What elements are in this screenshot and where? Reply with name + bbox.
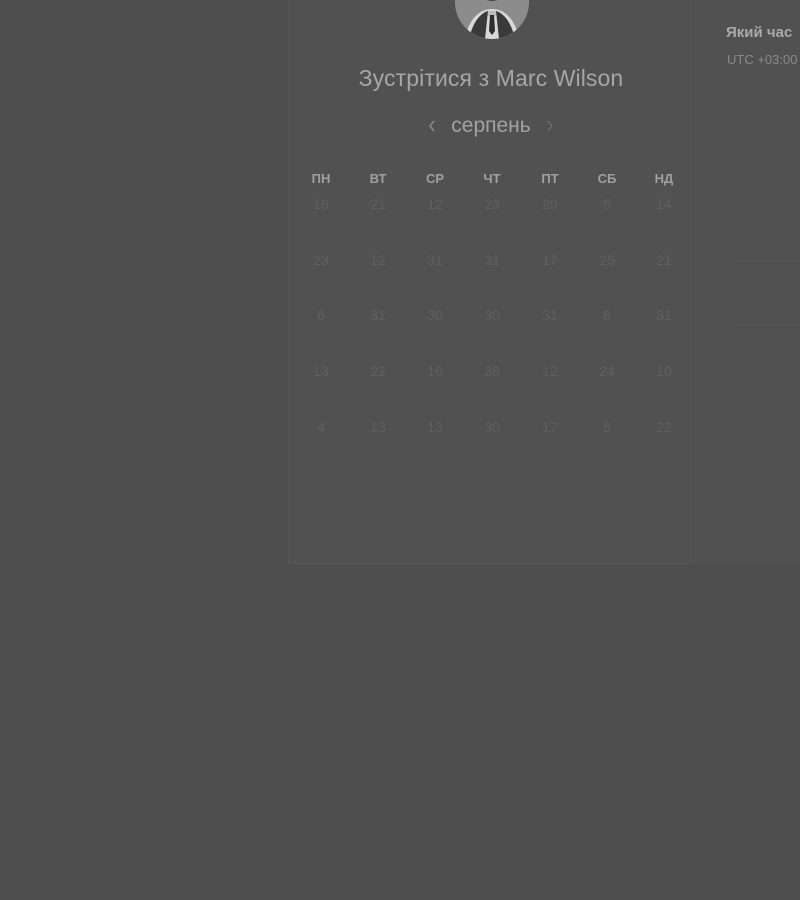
calendar-day: 31	[370, 307, 386, 323]
calendar-day: 30	[484, 419, 500, 435]
calendar-day: 21	[370, 196, 386, 212]
next-month-button[interactable]	[539, 113, 561, 139]
calendar-day: 6	[317, 307, 325, 323]
calendar-day: 29	[542, 196, 558, 212]
page-title: Зустрітися з Marc Wilson	[358, 65, 624, 91]
calendar-day: 5	[603, 419, 611, 435]
calendar-day: 17	[542, 419, 558, 435]
weekday-label: НД	[654, 171, 674, 186]
time-selection-panel: Який час UTC +03:00	[694, 0, 800, 564]
booking-card: Зустрітися з Marc Wilson серпень ПН ВТ С…	[288, 0, 692, 564]
weekday-label: ЧТ	[483, 171, 501, 186]
person-avatar-icon	[455, 0, 529, 39]
divider	[735, 324, 800, 325]
calendar-day: 12	[370, 252, 386, 268]
calendar-day: 12	[542, 363, 558, 379]
calendar-day: 23	[484, 196, 500, 212]
calendar-day: 24	[599, 363, 615, 379]
calendar-day: 31	[484, 252, 500, 268]
calendar-day: 23	[313, 252, 329, 268]
calendar-day: 30	[484, 307, 500, 323]
calendar-day: 5	[603, 196, 611, 212]
calendar-day: 17	[542, 252, 558, 268]
chevron-left-icon	[429, 120, 435, 132]
calendar-day: 31	[427, 252, 443, 268]
weekday-header: ПН ВТ СР ЧТ ПТ СБ НД	[292, 171, 692, 191]
calendar-day: 13	[370, 419, 386, 435]
weekday-label: ВТ	[369, 171, 387, 186]
calendar-day: 22	[656, 419, 672, 435]
calendar-day: 13	[313, 363, 329, 379]
calendar-day: 16	[313, 196, 329, 212]
calendar-grid: 16 21 12 23 29 5 14 23 12 31 31 17 25 21…	[292, 195, 692, 495]
timezone-selector[interactable]: UTC +03:00	[727, 52, 797, 67]
host-avatar	[455, 0, 529, 39]
chevron-right-icon	[547, 120, 553, 132]
calendar-day: 8	[603, 307, 611, 323]
calendar-day: 31	[542, 307, 558, 323]
weekday-label: СБ	[597, 171, 617, 186]
calendar-day: 10	[656, 363, 672, 379]
calendar-day: 25	[599, 252, 615, 268]
booking-page: Зустрітися з Marc Wilson серпень ПН ВТ С…	[0, 0, 800, 900]
weekday-label: ПТ	[541, 171, 559, 186]
month-navigation: серпень	[289, 111, 693, 141]
calendar-day: 14	[656, 196, 672, 212]
calendar-day: 13	[427, 419, 443, 435]
month-label: серпень	[451, 114, 531, 137]
calendar-day: 31	[656, 307, 672, 323]
calendar-day: 28	[484, 363, 500, 379]
calendar-day: 4	[317, 419, 325, 435]
time-question-heading: Який час	[726, 24, 793, 41]
calendar-day: 22	[370, 363, 386, 379]
weekday-label: ПН	[311, 171, 331, 186]
divider	[735, 260, 800, 261]
prev-month-button[interactable]	[421, 113, 443, 139]
calendar-day: 16	[427, 363, 443, 379]
calendar-day: 12	[427, 196, 443, 212]
calendar-day: 21	[656, 252, 672, 268]
calendar-day: 30	[427, 307, 443, 323]
weekday-label: СР	[425, 171, 445, 186]
